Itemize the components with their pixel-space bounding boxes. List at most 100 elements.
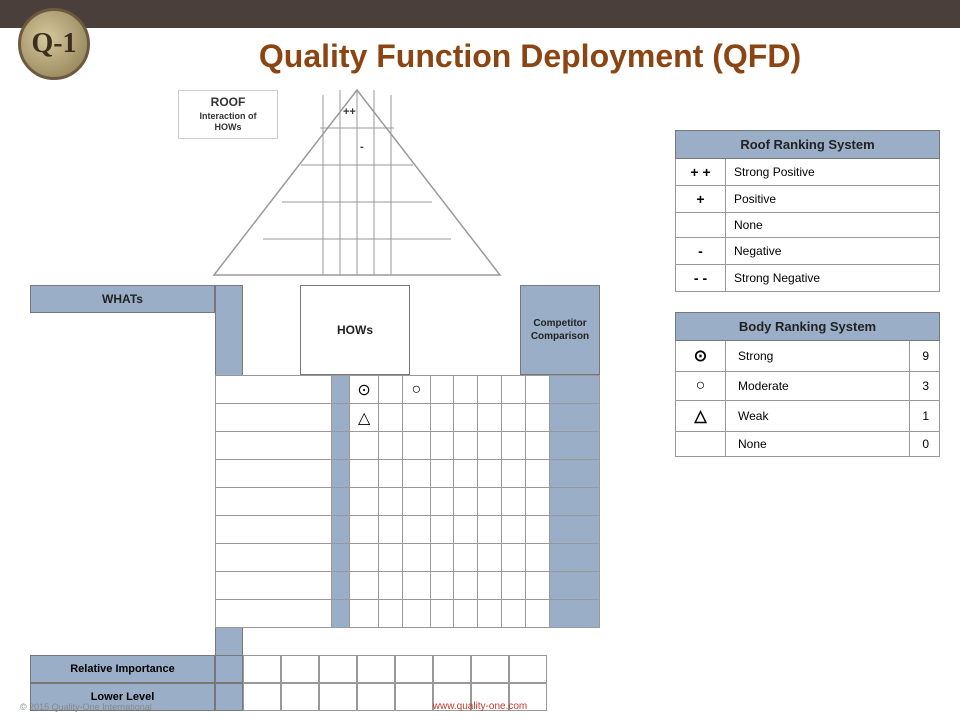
competitor-cell-8 bbox=[550, 600, 600, 628]
body-ranking-row: ⊙Strong9 bbox=[676, 341, 940, 372]
grid-cell-r1-c5 bbox=[478, 404, 502, 432]
roof-ranking-row: +Positive bbox=[676, 186, 940, 213]
body-value-2: 1 bbox=[910, 401, 940, 432]
grid-cell-r5-c4 bbox=[454, 516, 478, 544]
competitor-cell-7 bbox=[550, 572, 600, 600]
roof-symbol-3: - bbox=[676, 238, 726, 265]
grid-cell-r2-c4 bbox=[454, 432, 478, 460]
competitor-cell-0 bbox=[550, 376, 600, 404]
qfd-diagram: ROOF Interaction of HOWs ++ - WHATs Impo… bbox=[30, 90, 600, 680]
body-symbol-1: ○ bbox=[676, 372, 726, 401]
body-ranking-row: ○Moderate3 bbox=[676, 372, 940, 401]
grid-cell-r5-c5 bbox=[478, 516, 502, 544]
grid-cell-r6-c1 bbox=[379, 544, 403, 572]
competitor-cell-6 bbox=[550, 544, 600, 572]
footer-copyright: © 2015 Quality-One International bbox=[20, 702, 152, 712]
roof-label-1: Positive bbox=[726, 186, 940, 213]
grid-cell-r7-c7 bbox=[526, 572, 550, 600]
grid-cell-r0-c6 bbox=[502, 376, 526, 404]
grid-cell-r4-c1 bbox=[379, 488, 403, 516]
grid-cell-r3-c2 bbox=[402, 460, 430, 488]
importance-cell-1 bbox=[332, 404, 350, 432]
body-symbol-0: ⊙ bbox=[676, 341, 726, 372]
body-label-3: None bbox=[726, 432, 910, 457]
grid-cell-r0-c7 bbox=[526, 376, 550, 404]
grid-cell-r2-c2 bbox=[402, 432, 430, 460]
importance-cell-2 bbox=[332, 432, 350, 460]
hows-header: HOWs bbox=[300, 285, 410, 375]
grid-cell-r6-c4 bbox=[454, 544, 478, 572]
grid-cell-r4-c4 bbox=[454, 488, 478, 516]
body-label-1: Moderate bbox=[726, 372, 910, 401]
grid-cell-r3-c7 bbox=[526, 460, 550, 488]
grid-cell-r2-c6 bbox=[502, 432, 526, 460]
roof-title: ROOF bbox=[185, 95, 271, 111]
rel-importance-cells bbox=[243, 655, 547, 683]
grid-cell-r4-c3 bbox=[430, 488, 454, 516]
grid-cell-r8-c7 bbox=[526, 600, 550, 628]
whats-cell-8 bbox=[216, 600, 332, 628]
roof-label-box: ROOF Interaction of HOWs bbox=[178, 90, 278, 139]
grid-cell-r3-c5 bbox=[478, 460, 502, 488]
roof-ranking-row: - -Strong Negative bbox=[676, 265, 940, 292]
body-label-2: Weak bbox=[726, 401, 910, 432]
roof-ranking-row: None bbox=[676, 213, 940, 238]
grid-cell-r2-c3 bbox=[430, 432, 454, 460]
whats-cell-2 bbox=[216, 432, 332, 460]
svg-text:-: - bbox=[360, 141, 364, 153]
grid-cell-r5-c0 bbox=[350, 516, 379, 544]
grid-cell-r2-c1 bbox=[379, 432, 403, 460]
whats-cell-1 bbox=[216, 404, 332, 432]
grid-cell-r4-c5 bbox=[478, 488, 502, 516]
rel-importance-imp-cell bbox=[215, 655, 243, 683]
roof-symbol-1: + bbox=[676, 186, 726, 213]
whats-cell-0 bbox=[216, 376, 332, 404]
importance-cell-7 bbox=[332, 572, 350, 600]
svg-text:++: ++ bbox=[343, 106, 356, 118]
grid-cell-r5-c2 bbox=[402, 516, 430, 544]
competitor-cell-2 bbox=[550, 432, 600, 460]
roof-ranking-row: + +Strong Positive bbox=[676, 159, 940, 186]
roof-symbol-0: + + bbox=[676, 159, 726, 186]
grid-cell-r7-c4 bbox=[454, 572, 478, 600]
roof-symbol-2 bbox=[676, 213, 726, 238]
grid-cell-r7-c5 bbox=[478, 572, 502, 600]
grid-cell-r6-c6 bbox=[502, 544, 526, 572]
lower-imp-cell bbox=[215, 683, 243, 711]
grid-cell-r7-c2 bbox=[402, 572, 430, 600]
grid-cell-r8-c3 bbox=[430, 600, 454, 628]
grid-cell-r4-c0 bbox=[350, 488, 379, 516]
grid-cell-r5-c7 bbox=[526, 516, 550, 544]
importance-cell-6 bbox=[332, 544, 350, 572]
grid-cell-r7-c6 bbox=[502, 572, 526, 600]
competitor-cell-4 bbox=[550, 488, 600, 516]
roof-subtitle: Interaction of HOWs bbox=[185, 111, 271, 134]
grid-cell-r2-c5 bbox=[478, 432, 502, 460]
body-ranking-title: Body Ranking System bbox=[676, 313, 940, 341]
body-ranking-table: Body Ranking System ⊙Strong9○Moderate3△W… bbox=[675, 312, 940, 457]
grid-cell-r5-c3 bbox=[430, 516, 454, 544]
right-panels: Roof Ranking System + +Strong Positive+P… bbox=[675, 130, 940, 477]
grid-cell-r0-c5 bbox=[478, 376, 502, 404]
grid-cell-r3-c3 bbox=[430, 460, 454, 488]
grid-cell-r2-c7 bbox=[526, 432, 550, 460]
rel-importance-label: Relative Importance bbox=[30, 655, 215, 683]
body-symbol-2: △ bbox=[676, 401, 726, 432]
grid-cell-r1-c6 bbox=[502, 404, 526, 432]
grid-cell-r4-c6 bbox=[502, 488, 526, 516]
grid-cell-r1-c0: △ bbox=[350, 404, 379, 432]
grid-cell-r7-c0 bbox=[350, 572, 379, 600]
roof-ranking-row: -Negative bbox=[676, 238, 940, 265]
grid-cell-r8-c4 bbox=[454, 600, 478, 628]
grid-cell-r0-c3 bbox=[430, 376, 454, 404]
body-value-1: 3 bbox=[910, 372, 940, 401]
grid-cell-r8-c6 bbox=[502, 600, 526, 628]
grid-cell-r3-c6 bbox=[502, 460, 526, 488]
grid-cell-r6-c0 bbox=[350, 544, 379, 572]
roof-label-2: None bbox=[726, 213, 940, 238]
grid-cell-r8-c0 bbox=[350, 600, 379, 628]
relative-importance-row: Relative Importance bbox=[30, 655, 600, 683]
logo-text: Q-1 bbox=[31, 28, 76, 60]
competitor-cell-1 bbox=[550, 404, 600, 432]
grid-cell-r3-c4 bbox=[454, 460, 478, 488]
